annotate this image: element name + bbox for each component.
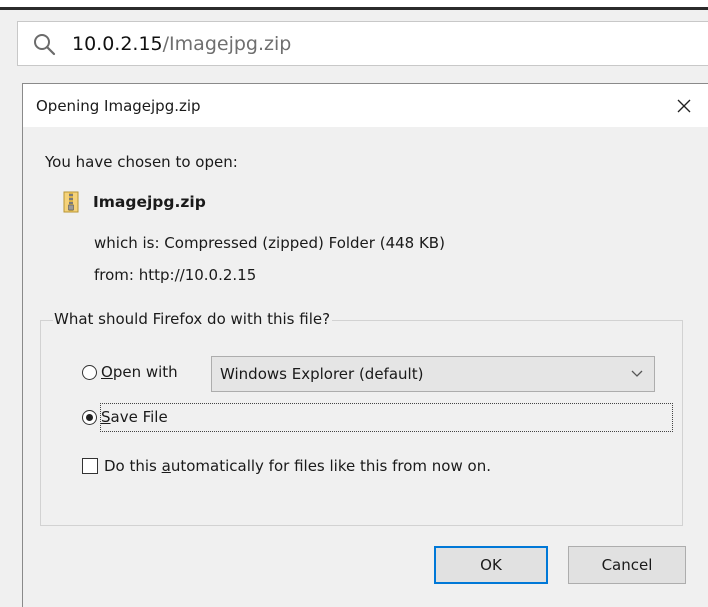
open-with-app-value: Windows Explorer (default) — [220, 365, 424, 383]
group-label: What should Firefox do with this file? — [53, 310, 333, 328]
auto-action-checkbox-box[interactable] — [82, 458, 98, 474]
save-file-focus-ring — [100, 403, 673, 432]
which-value: Compressed (zipped) Folder (448 KB) — [164, 234, 445, 252]
dialog-titlebar: Opening Imagejpg.zip — [23, 84, 708, 127]
browser-top-edge — [0, 0, 708, 10]
chosen-label: You have chosen to open: — [45, 153, 238, 171]
address-bar[interactable]: 10.0.2.15/Imagejpg.zip — [17, 21, 708, 66]
radio-selected-dot — [86, 413, 93, 421]
close-icon — [677, 99, 691, 112]
auto-action-checkbox[interactable]: Do this automatically for files like thi… — [82, 457, 491, 475]
url-path: /Imagejpg.zip — [162, 32, 292, 55]
file-name: Imagejpg.zip — [93, 193, 206, 211]
dialog-title: Opening Imagejpg.zip — [36, 96, 201, 115]
search-icon — [32, 32, 60, 56]
dialog-content: You have chosen to open: Imagejpg.zip wh… — [23, 127, 708, 607]
action-groupbox: What should Firefox do with this file? O… — [40, 310, 683, 526]
file-source-row: from: http://10.0.2.15 — [94, 266, 256, 284]
url-host: 10.0.2.15 — [72, 32, 163, 55]
save-file-radio[interactable]: Save File — [82, 408, 168, 426]
open-with-radio-circle[interactable] — [82, 364, 97, 380]
file-type-row: which is: Compressed (zipped) Folder (44… — [94, 234, 445, 252]
download-dialog: Opening Imagejpg.zip You have chosen to … — [22, 83, 708, 607]
zip-file-icon — [63, 191, 79, 213]
from-value: http://10.0.2.15 — [138, 266, 257, 284]
open-with-app-select[interactable]: Windows Explorer (default) — [211, 356, 655, 392]
close-button[interactable] — [660, 84, 708, 127]
file-name-row: Imagejpg.zip — [63, 191, 206, 213]
auto-action-label: Do this automatically for files like thi… — [104, 457, 491, 475]
open-with-radio[interactable]: Open with — [82, 363, 178, 381]
open-with-label: Open with — [101, 363, 178, 381]
save-file-radio-circle[interactable] — [82, 409, 97, 425]
chevron-down-icon — [631, 370, 643, 377]
cancel-button[interactable]: Cancel — [568, 546, 686, 584]
save-file-label: Save File — [101, 408, 168, 426]
which-label: which is: — [94, 234, 160, 252]
from-label: from: — [94, 266, 134, 284]
ok-button[interactable]: OK — [434, 546, 548, 584]
